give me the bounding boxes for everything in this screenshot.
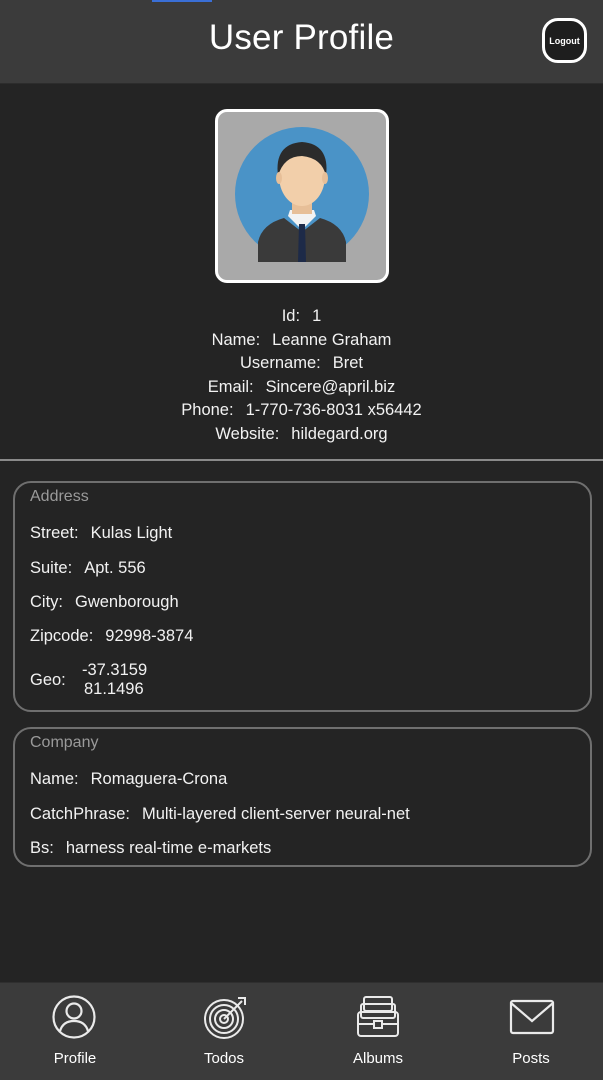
email-row: Email: Sincere@april.biz xyxy=(0,376,603,400)
company-title: Company xyxy=(30,734,99,751)
target-icon xyxy=(204,997,246,1039)
company-card: Company Name: Romaguera-Crona CatchPhrase… xyxy=(13,727,592,867)
zipcode-label: Zipcode: xyxy=(30,627,94,645)
tab-albums[interactable]: Albums xyxy=(303,983,453,1080)
phone-row: Phone: 1-770-736-8031 x56442 xyxy=(0,399,603,423)
bs-value: harness real-time e-markets xyxy=(65,839,272,857)
id-value: 1 xyxy=(312,307,322,325)
tab-todos-label: Todos xyxy=(203,1050,245,1067)
logout-button[interactable]: Logout xyxy=(542,18,587,63)
bs-label: Bs: xyxy=(30,839,54,857)
page-title: User Profile xyxy=(208,18,395,57)
name-value: Leanne Graham xyxy=(272,330,392,349)
app-header: User Profile Logout xyxy=(0,0,603,84)
address-card: Address Street: Kulas Light Suite: Apt. 55… xyxy=(13,481,592,712)
name-label: Name: xyxy=(211,330,261,349)
status-indicator xyxy=(152,0,212,2)
avatar xyxy=(215,109,389,283)
tab-profile[interactable]: Profile xyxy=(0,983,150,1080)
geo-lat: -37.3159 xyxy=(82,661,148,679)
geo-values: -37.3159 81.1496 xyxy=(82,661,147,699)
phone-value: 1-770-736-8031 x56442 xyxy=(245,401,422,420)
person-circle-icon xyxy=(52,995,96,1039)
suite-value: Apt. 556 xyxy=(84,559,146,577)
tab-profile-label: Profile xyxy=(53,1050,97,1067)
catchphrase-label: CatchPhrase: xyxy=(30,805,130,823)
man-in-suit-avatar-icon xyxy=(235,127,369,262)
street-value: Kulas Light xyxy=(90,524,173,542)
company-name-value: Romaguera-Crona xyxy=(90,770,228,788)
email-label: Email: xyxy=(207,377,254,396)
address-title: Address xyxy=(30,488,89,505)
bottom-tab-bar: Profile Todos Albums Posts xyxy=(0,982,603,1080)
zipcode-value: 92998-3874 xyxy=(105,627,194,645)
company-name-label: Name: xyxy=(30,770,79,788)
section-divider xyxy=(0,459,603,461)
city-row: City: Gwenborough xyxy=(30,593,179,612)
profile-info: Id: 1 Name: Leanne Graham Username: Bret Em… xyxy=(0,305,603,447)
zipcode-row: Zipcode: 92998-3874 xyxy=(30,627,193,646)
suite-row: Suite: Apt. 556 xyxy=(30,559,146,578)
email-value: Sincere@april.biz xyxy=(265,377,396,396)
username-label: Username: xyxy=(240,354,321,373)
website-value: hildegard.org xyxy=(291,424,388,443)
company-name-row: Name: Romaguera-Crona xyxy=(30,770,227,789)
username-row: Username: Bret xyxy=(0,352,603,376)
city-label: City: xyxy=(30,593,63,611)
city-value: Gwenborough xyxy=(75,593,179,611)
website-label: Website: xyxy=(215,424,280,443)
tab-posts-label: Posts xyxy=(512,1050,550,1067)
name-row: Name: Leanne Graham xyxy=(0,329,603,353)
geo-lng: 81.1496 xyxy=(84,680,144,698)
username-value: Bret xyxy=(332,354,363,373)
photo-album-icon xyxy=(357,996,399,1037)
catchphrase-row: CatchPhrase: Multi-layered client-server … xyxy=(30,805,410,824)
bs-row: Bs: harness real-time e-markets xyxy=(30,839,271,858)
tab-todos[interactable]: Todos xyxy=(149,983,299,1080)
website-row: Website: hildegard.org xyxy=(0,423,603,447)
tab-albums-label: Albums xyxy=(352,1050,404,1067)
street-label: Street: xyxy=(30,524,79,542)
id-label: Id: xyxy=(281,307,301,325)
street-row: Street: Kulas Light xyxy=(30,524,172,543)
phone-label: Phone: xyxy=(181,401,234,420)
catchphrase-value: Multi-layered client-server neural-net xyxy=(141,805,410,823)
id-row: Id: 1 xyxy=(0,305,603,329)
geo-label: Geo: xyxy=(30,671,66,689)
tab-posts[interactable]: Posts xyxy=(456,983,603,1080)
suite-label: Suite: xyxy=(30,559,73,577)
envelope-icon xyxy=(509,999,555,1035)
